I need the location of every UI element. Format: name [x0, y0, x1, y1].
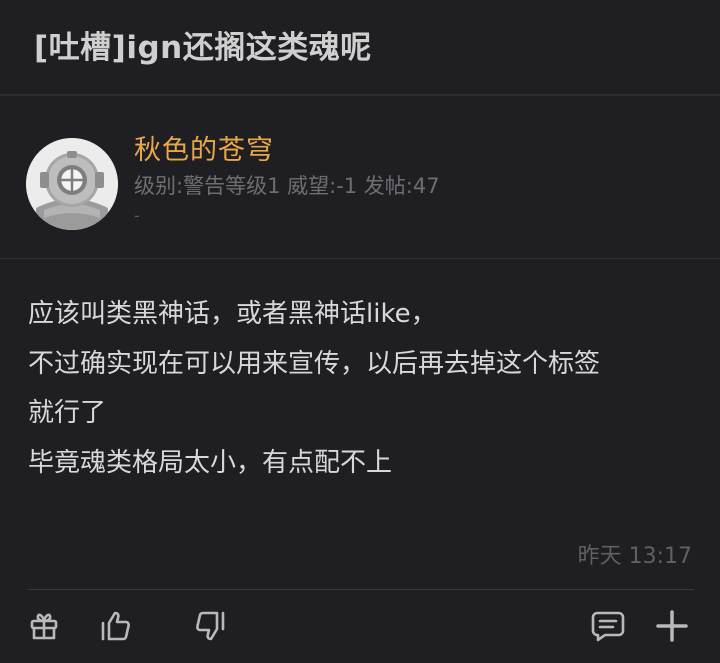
thumbs-down-icon — [196, 611, 225, 641]
author-extra: - — [134, 206, 140, 225]
post-line: 就行了 — [28, 398, 107, 428]
author-meta: 级别:警告等级1 威望:-1 发帖:47 — [134, 174, 440, 198]
post-line: 毕竟魂类格局太小，有点配不上 — [28, 447, 393, 478]
comment-icon — [591, 611, 625, 642]
gift-button[interactable] — [24, 606, 64, 646]
post-line: 不过确实现在可以用来宣传，以后再去掉这个标签 — [28, 348, 601, 379]
avatar[interactable] — [26, 138, 118, 230]
post-timestamp: 昨天 13:17 — [577, 544, 692, 569]
divider — [28, 589, 694, 590]
post-content: 应该叫类黑神话，或者黑神话like， 不过确实现在可以用来宣传，以后再去掉这个标… — [28, 290, 698, 488]
plus-icon — [656, 610, 688, 642]
author-name[interactable]: 秋色的苍穹 — [134, 128, 274, 167]
thumbs-up-icon — [101, 611, 130, 641]
author-header: 秋色的苍穹 级别:警告等级1 威望:-1 发帖:47 - — [0, 98, 720, 259]
diving-helmet-icon — [26, 138, 118, 230]
more-button[interactable] — [652, 606, 692, 646]
like-button[interactable] — [96, 606, 136, 646]
dislike-button[interactable] — [190, 606, 230, 646]
post-line: 应该叫类黑神话，或者黑神话like， — [28, 299, 437, 329]
comment-button[interactable] — [588, 606, 628, 646]
thread-title: [吐槽]ign还搁这类魂呢 — [34, 30, 372, 66]
thread-title-bar: [吐槽]ign还搁这类魂呢 — [0, 0, 720, 96]
gift-icon — [30, 613, 58, 640]
